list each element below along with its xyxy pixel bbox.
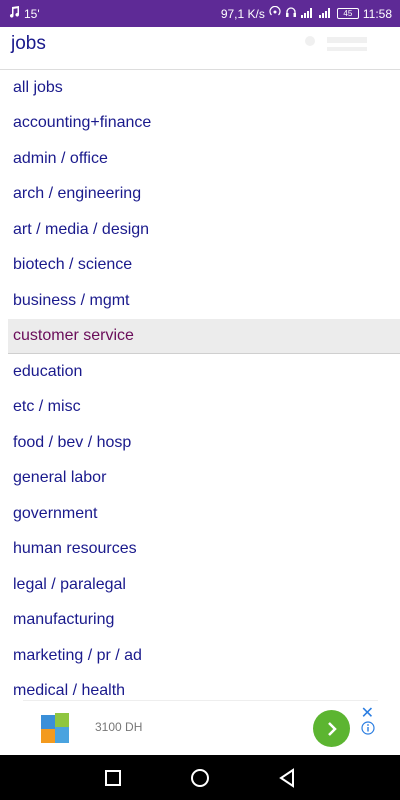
job-category-item[interactable]: human resources — [8, 532, 400, 568]
job-category-item[interactable]: etc / misc — [8, 390, 400, 426]
job-category-item[interactable]: all jobs — [8, 70, 400, 106]
job-category-item[interactable]: general labor — [8, 461, 400, 497]
job-category-item[interactable]: art / media / design — [8, 212, 400, 248]
system-nav-bar — [0, 755, 400, 800]
ad-banner[interactable]: 3100 DH ✕ — [23, 700, 378, 755]
signal-icon — [300, 6, 315, 21]
job-category-item[interactable]: customer service — [8, 318, 400, 354]
job-category-item[interactable]: legal / paralegal — [8, 567, 400, 603]
job-category-list: all jobs accounting+finance admin / office… — [8, 70, 400, 709]
job-category-item[interactable]: marketing / pr / ad — [8, 638, 400, 674]
page-title: jobs — [11, 33, 46, 54]
headset-icon — [285, 6, 297, 21]
circle-icon — [190, 768, 209, 787]
job-category-item[interactable]: manufacturing — [8, 603, 400, 639]
job-category-item[interactable]: food / bev / hosp — [8, 425, 400, 461]
job-category-item[interactable]: arch / engineering — [8, 177, 400, 213]
battery-icon: 45 — [336, 8, 359, 19]
status-left-text: 15' — [24, 6, 40, 21]
recent-apps-button[interactable] — [93, 758, 133, 798]
signal-icon-2 — [318, 6, 333, 21]
ad-close-button[interactable]: ✕ — [361, 703, 374, 723]
network-speed: 97,1 K/s — [220, 6, 265, 21]
music-icon — [8, 6, 20, 21]
job-category-item[interactable]: business / mgmt — [8, 283, 400, 319]
job-category-item[interactable]: biotech / science — [8, 248, 400, 284]
job-category-item[interactable]: admin / office — [8, 141, 400, 177]
chevron-right-icon — [327, 721, 337, 736]
info-icon[interactable] — [361, 721, 375, 735]
faded-toolbar-icons — [305, 36, 367, 51]
hotspot-icon — [269, 5, 281, 21]
job-category-item[interactable]: government — [8, 496, 400, 532]
home-button[interactable] — [180, 758, 220, 798]
job-category-item[interactable]: accounting+finance — [8, 106, 400, 142]
square-icon — [105, 769, 122, 786]
ad-text: 3100 DH — [95, 720, 143, 734]
clock: 11:58 — [362, 6, 392, 21]
back-button[interactable] — [267, 758, 307, 798]
ad-logo-icon — [41, 713, 69, 743]
job-category-item[interactable]: education — [8, 354, 400, 390]
ad-go-button[interactable] — [313, 710, 350, 747]
status-bar: 15' 97,1 K/s 45 11:58 — [0, 0, 400, 27]
app-header: jobs — [0, 27, 400, 70]
triangle-back-icon — [278, 767, 294, 788]
